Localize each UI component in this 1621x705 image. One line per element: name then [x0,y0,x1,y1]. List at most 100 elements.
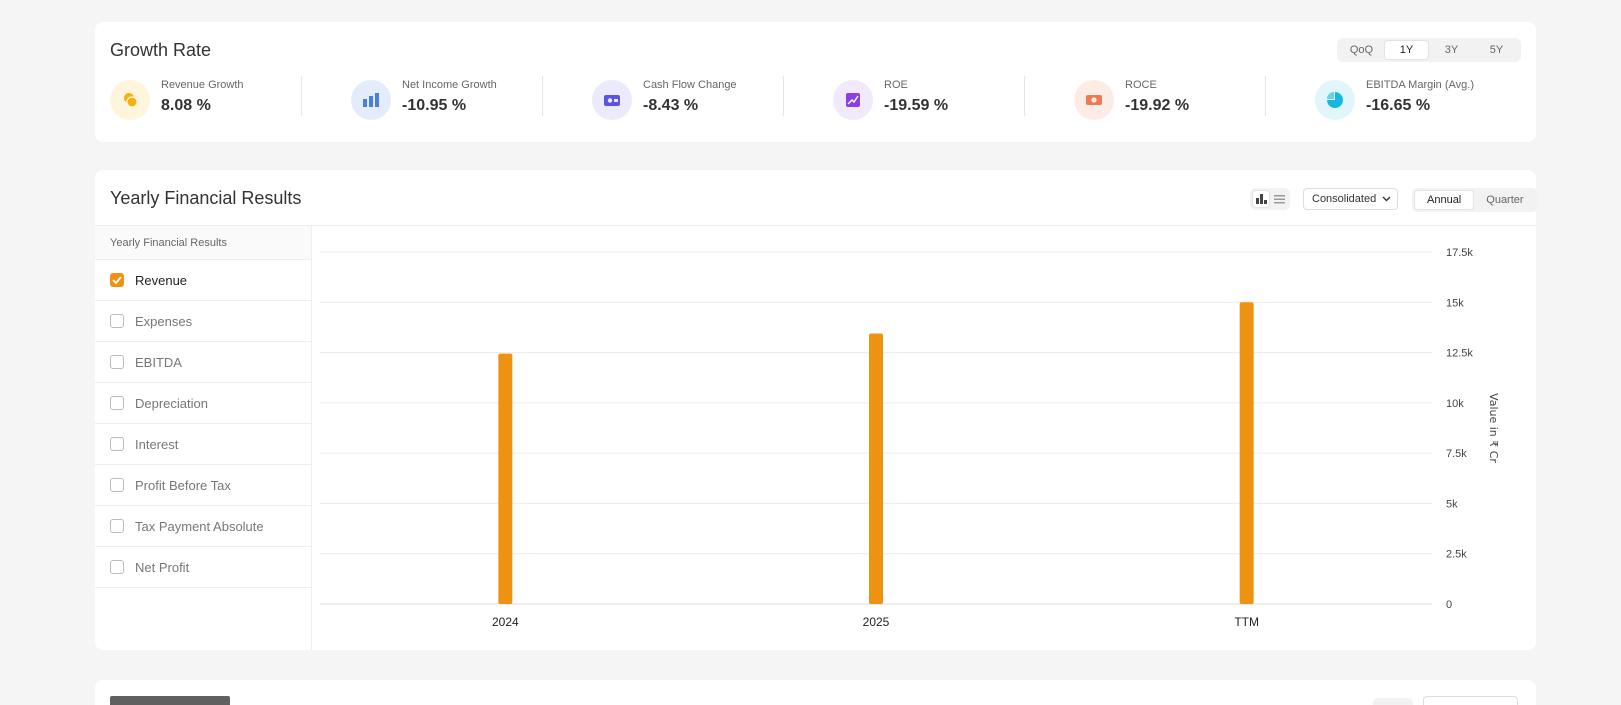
metric-divider [542,76,543,116]
metric-label: Net Income Growth [402,79,497,91]
metric-net-income-growth: Net Income Growth -10.95 % [351,78,551,124]
coins-icon [124,93,138,108]
checkbox[interactable] [110,273,124,287]
frequency-selector: Annual Quarter [1412,188,1538,212]
metric-option-net-profit[interactable]: Net Profit [95,547,311,588]
option-label: Revenue [135,272,188,288]
y-tick-label: 0 [1446,599,1452,611]
view-toggle [1250,188,1290,210]
growth-chart-icon [846,93,860,107]
metric-roce: ROCE -19.92 % [1074,78,1274,124]
pie-chart-icon-badge [1315,80,1355,120]
metric-option-list: Revenue Expenses EBITDA Depreciation Interes… [95,260,311,588]
metric-value: -19.59 % [884,97,949,114]
growth-rate-card: Growth Rate QoQ 1Y 3Y 5Y Revenue Growth 8.08… [95,22,1536,142]
metric-value: -19.92 % [1125,97,1190,114]
table-view-button[interactable] [1270,190,1288,208]
metric-roe: ROE -19.59 % [833,78,1033,124]
balance-sheet-view-toggle[interactable] [1373,698,1413,705]
x-tick-label: 2024 [492,615,519,629]
metric-divider [1265,76,1266,116]
coins-icon-badge [110,80,150,120]
x-tick-label: 2025 [863,615,890,629]
metric-value: 8.08 % [161,97,211,114]
bar-2025 [869,333,883,604]
bar-ttm [1239,302,1254,604]
metric-option-profit-before-tax[interactable]: Profit Before Tax [95,465,311,506]
checkbox[interactable] [110,437,124,451]
y-tick-label: 17.5k [1446,247,1473,259]
period-5y-button[interactable]: 5Y [1474,40,1519,60]
balance-sheet-card [95,680,1536,705]
y-tick-label: 2.5k [1446,549,1467,561]
metric-divider [301,76,302,116]
consolidated-dropdown[interactable]: Consolidated [1303,188,1398,210]
check-icon [112,276,122,284]
metric-option-depreciation[interactable]: Depreciation [95,383,311,424]
metric-option-tax-payment-absolute[interactable]: Tax Payment Absolute [95,506,311,547]
bar-2024 [498,353,513,604]
period-qoq-button[interactable]: QoQ [1339,40,1384,60]
metric-option-interest[interactable]: Interest [95,424,311,465]
metric-label: EBITDA Margin (Avg.) [1366,79,1474,91]
y-tick-label: 12.5k [1446,348,1473,360]
metric-label: ROCE [1125,79,1157,91]
metric-option-revenue[interactable]: Revenue [95,260,311,301]
option-label: Depreciation [135,395,208,411]
metric-label: Revenue Growth [161,79,244,91]
cash-icon-badge [592,80,632,120]
yearly-results-title: Yearly Financial Results [110,188,302,208]
metric-option-ebitda[interactable]: EBITDA [95,342,311,383]
option-label: EBITDA [135,354,182,370]
metric-option-expenses[interactable]: Expenses [95,301,311,342]
money-icon [1086,95,1102,105]
growth-metrics: Revenue Growth 8.08 % Net Income Growth -10… [110,78,1510,124]
option-label: Net Profit [135,559,190,575]
y-tick-label: 5k [1446,498,1458,510]
metric-sidebar: Yearly Financial Results Revenue Expenses… [95,226,312,650]
period-selector: QoQ 1Y 3Y 5Y [1337,38,1521,62]
metric-value: -8.43 % [643,97,699,114]
frequency-quarter-button[interactable]: Quarter [1474,190,1535,210]
metric-value: -10.95 % [402,97,467,114]
period-1y-button[interactable]: 1Y [1384,40,1429,60]
dropdown-label: Consolidated [1312,193,1377,205]
y-tick-label: 10k [1446,398,1464,410]
metric-divider [783,76,784,116]
metric-label: Cash Flow Change [643,79,737,91]
list-icon [1273,194,1285,203]
chart-view-button[interactable] [1252,190,1270,208]
checkbox[interactable] [110,519,124,533]
checkbox[interactable] [110,355,124,369]
bar-chart-icon-badge [351,80,391,120]
metric-value: -16.65 % [1366,97,1431,114]
metric-ebitda-margin-avg: EBITDA Margin (Avg.) -16.65 % [1315,78,1515,124]
revenue-bar-chart: 0 2.5k 5k 7.5k 10k 12.5k 15k 17.5k 2024 2025 TTM Va… [320,247,1500,629]
period-3y-button[interactable]: 3Y [1429,40,1474,60]
checkbox[interactable] [110,560,124,574]
y-axis-label: Value in ₹ Cr [1487,393,1500,463]
cash-icon [604,95,620,106]
y-tick-label: 7.5k [1446,448,1467,460]
bar-chart-icon [363,93,379,107]
bar-chart-icon [1255,194,1267,204]
chevron-down-icon [1382,196,1391,202]
checkbox[interactable] [110,478,124,492]
option-label: Profit Before Tax [135,477,231,493]
yearly-results-card: Yearly Financial Results Consolidated An… [95,170,1538,650]
option-label: Tax Payment Absolute [135,518,264,534]
growth-rate-title: Growth Rate [110,40,212,60]
metric-revenue-growth: Revenue Growth 8.08 % [110,78,310,124]
x-tick-label: TTM [1234,615,1259,629]
metric-label: ROE [884,79,908,91]
growth-chart-icon-badge [833,80,873,120]
option-label: Interest [135,436,179,452]
pie-chart-icon [1327,92,1343,108]
metric-cash-flow-change: Cash Flow Change -8.43 % [592,78,792,124]
metric-divider [1024,76,1025,116]
checkbox[interactable] [110,314,124,328]
checkbox[interactable] [110,396,124,410]
balance-sheet-dropdown[interactable] [1423,696,1518,705]
money-icon-badge [1074,80,1114,120]
frequency-annual-button[interactable]: Annual [1414,190,1475,210]
